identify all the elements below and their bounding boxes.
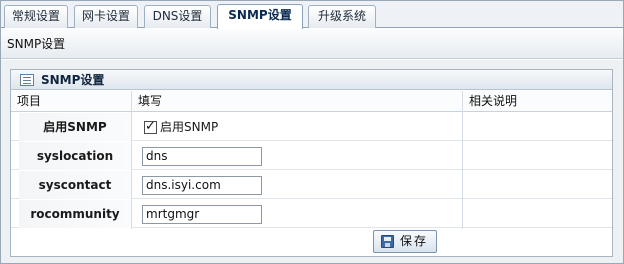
tab-nic-settings[interactable]: 网卡设置 [74,5,138,28]
row-label: rocommunity [19,200,131,228]
table-header: 项目 填写 相关说明 [11,91,612,112]
content-area: SNMP设置 项目 填写 相关说明 启用SNMP ✓ 启用SNMP sysloc… [1,60,623,263]
save-icon [381,235,394,248]
description-cell [462,200,612,228]
tab-snmp-settings[interactable]: SNMP设置 [217,4,303,29]
check-mark-icon: ✓ [145,119,156,134]
column-divider [462,91,463,229]
column-header-value: 填写 [138,94,163,108]
column-header-item: 项目 [17,94,42,108]
row-label: 启用SNMP [19,113,131,141]
tab-bar: 常规设置 网卡设置 DNS设置 SNMP设置 升级系统 [1,1,623,29]
tab-upgrade-system[interactable]: 升级系统 [308,5,376,28]
save-button-label: 保存 [400,234,429,248]
table-row-enable-snmp: 启用SNMP ✓ 启用SNMP [11,113,612,141]
row-label: syslocation [19,142,131,170]
value-cell: ✓ 启用SNMP [132,113,462,141]
rocommunity-input[interactable]: mrtgmgr [142,205,262,224]
panel-header: SNMP设置 [11,70,612,90]
value-cell: mrtgmgr [132,200,462,228]
tab-general-settings[interactable]: 常规设置 [4,5,68,28]
snmp-settings-window: 常规设置 网卡设置 DNS设置 SNMP设置 升级系统 SNMP设置 SNMP设… [0,0,624,264]
table-row-syscontact: syscontact dns.isyi.com [11,171,612,199]
panel-title: SNMP设置 [41,73,105,87]
snmp-panel: SNMP设置 项目 填写 相关说明 启用SNMP ✓ 启用SNMP sysloc… [10,69,613,257]
syslocation-input[interactable]: dns [142,147,262,166]
column-header-description: 相关说明 [469,94,518,108]
page-title: SNMP设置 [1,29,623,59]
enable-snmp-checkbox-label[interactable]: 启用SNMP [160,113,218,141]
save-button[interactable]: 保存 [373,230,437,253]
row-label: syscontact [19,171,131,199]
description-cell [462,142,612,170]
table-row-rocommunity: rocommunity mrtgmgr [11,200,612,228]
description-cell [462,171,612,199]
description-cell [462,113,612,141]
table-icon [20,74,34,86]
syscontact-input[interactable]: dns.isyi.com [142,176,262,195]
value-cell: dns.isyi.com [132,171,462,199]
column-divider [131,91,132,229]
value-cell: dns [132,142,462,170]
enable-snmp-checkbox[interactable]: ✓ [144,119,157,134]
table-row-syslocation: syslocation dns [11,142,612,170]
tab-dns-settings[interactable]: DNS设置 [144,5,211,28]
